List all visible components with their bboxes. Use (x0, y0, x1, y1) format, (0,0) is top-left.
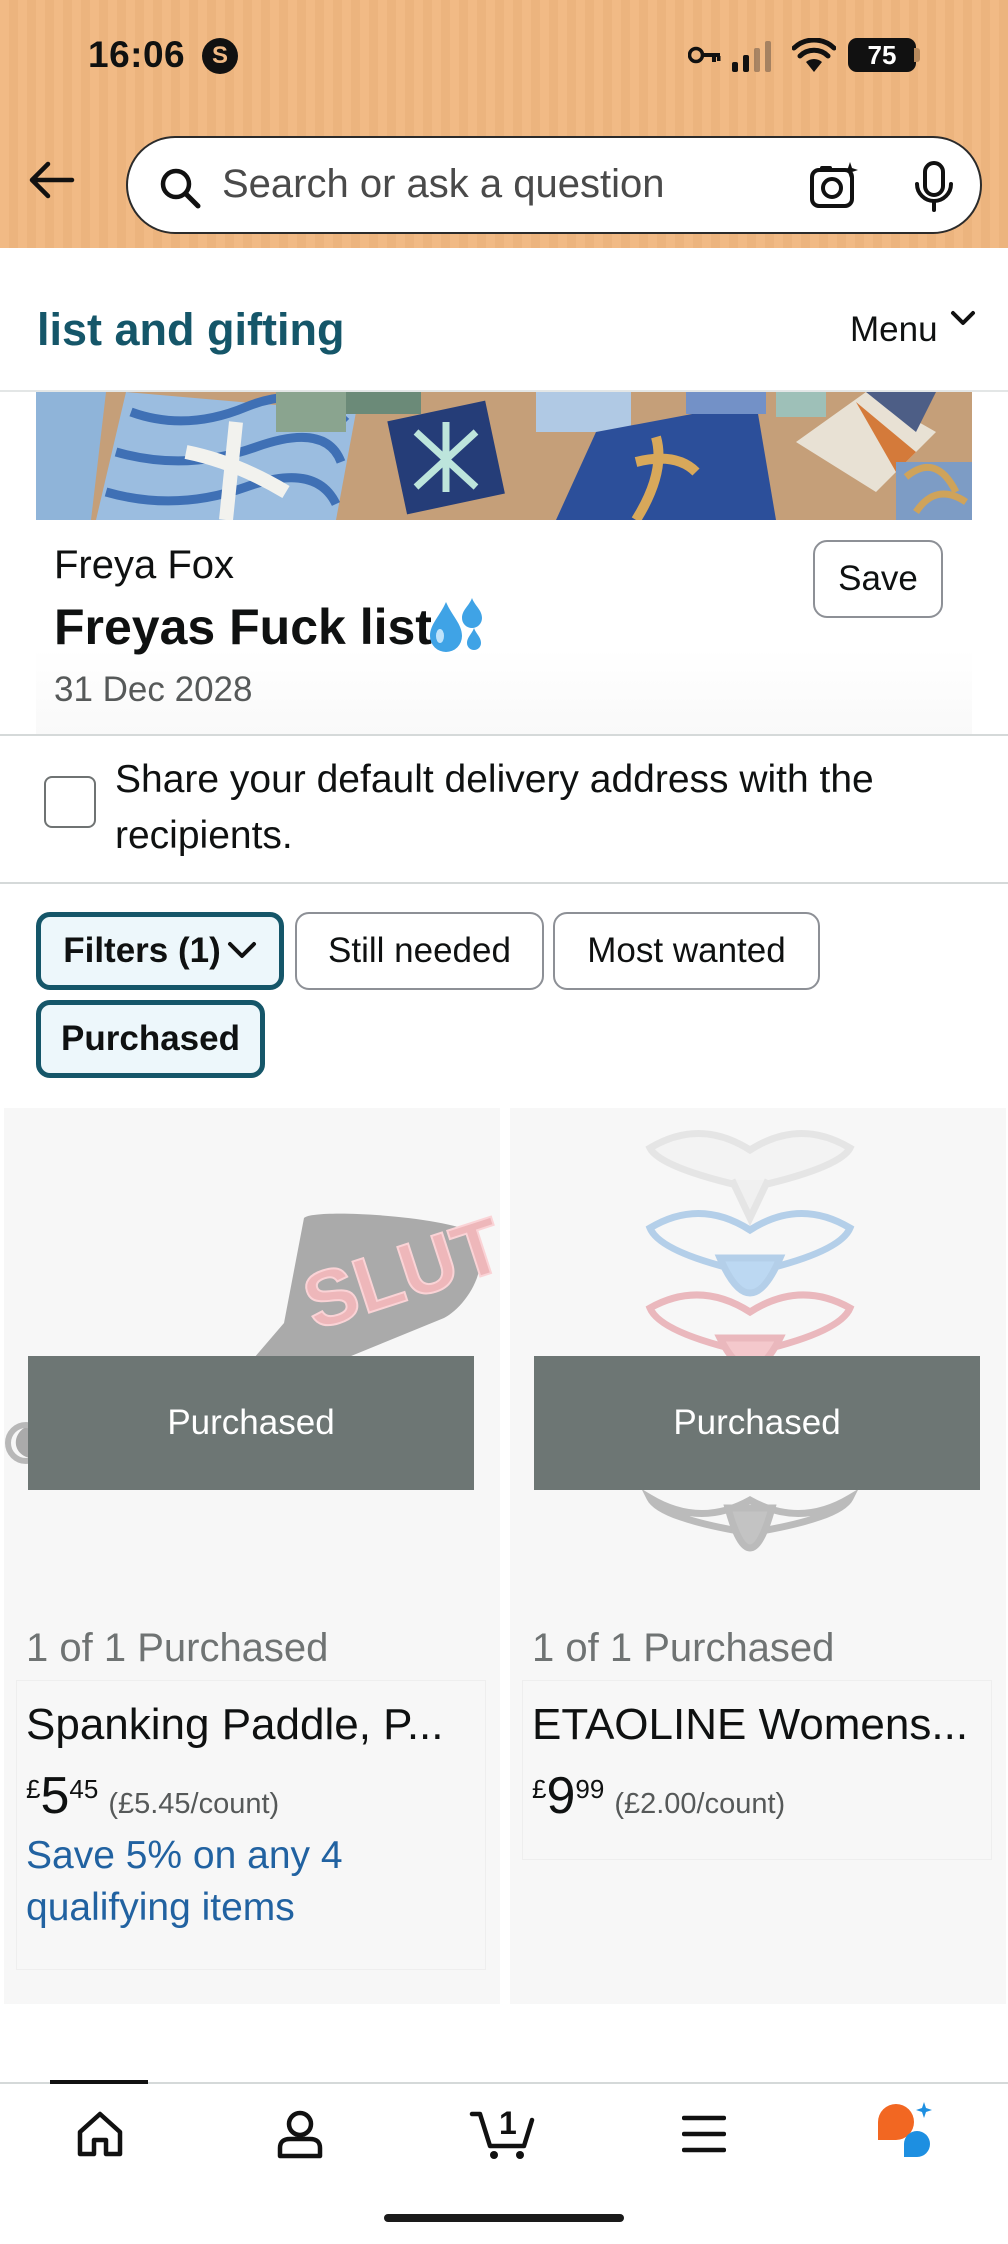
list-name: Freyas Fuck list (54, 599, 432, 655)
purchased-overlay: Purchased (534, 1356, 980, 1490)
price-whole: 5 (40, 1767, 70, 1825)
still-needed-chip-label: Still needed (328, 931, 511, 970)
list-subnav: list and gifting Menu (0, 248, 1008, 392)
unit-price: (£5.45/count) (108, 1788, 280, 1820)
back-arrow-icon[interactable] (26, 160, 76, 200)
product-price: £999 (£2.00/count) (532, 1766, 785, 1826)
section-title[interactable]: list and gifting (37, 304, 344, 356)
product-tile[interactable]: Purchased 1 of 1 Purchased ETAOLINE Wome… (510, 1108, 1006, 2004)
most-wanted-chip[interactable]: Most wanted (553, 912, 820, 990)
list-date: 31 Dec 2028 (54, 670, 253, 709)
divider (0, 882, 1008, 884)
microphone-icon[interactable] (912, 160, 956, 214)
most-wanted-chip-label: Most wanted (587, 931, 786, 970)
product-title[interactable]: Spanking Paddle, P... (26, 1700, 486, 1750)
product-tile[interactable]: SLUT Purchased 1 of 1 Purchased Spanking… (4, 1108, 500, 2004)
battery-icon: 75 (848, 38, 916, 72)
search-placeholder[interactable]: Search or ask a question (222, 162, 664, 207)
cart-icon[interactable]: 1 (468, 2098, 536, 2160)
wifi-icon (792, 38, 836, 72)
purchased-chip-label: Purchased (61, 1019, 240, 1058)
home-gesture-bar[interactable] (384, 2214, 624, 2222)
promo-link[interactable]: Save 5% on any 4 qualifying items (26, 1830, 426, 1934)
menu-button[interactable]: Menu (850, 310, 938, 350)
purchased-chip[interactable]: Purchased (36, 1000, 265, 1078)
cart-count: 1 (499, 2105, 517, 2141)
list-banner-image (36, 392, 972, 520)
home-icon[interactable] (74, 2108, 126, 2160)
filters-chip-label: Filters (1) (63, 931, 221, 970)
chevron-down-icon (227, 941, 256, 958)
divider (0, 734, 1008, 736)
chevron-down-icon[interactable] (950, 310, 976, 328)
vpn-key-icon (688, 46, 721, 64)
battery-cap (914, 48, 920, 62)
price-currency: £ (532, 1774, 547, 1804)
still-needed-chip[interactable]: Still needed (295, 912, 544, 990)
cellular-signal-icon (732, 41, 771, 72)
clock: 16:06 (88, 34, 186, 75)
price-whole: 9 (546, 1767, 576, 1825)
save-button[interactable]: Save (813, 540, 943, 618)
camera-lens-icon[interactable] (808, 160, 860, 212)
filters-chip[interactable]: Filters (1) (36, 912, 284, 990)
purchased-count: 1 of 1 Purchased (532, 1626, 835, 1670)
sweat-droplets-emoji (430, 598, 482, 652)
list-owner: Freya Fox (54, 543, 235, 587)
search-bar[interactable]: Search or ask a question (126, 136, 982, 234)
purchased-overlay: Purchased (28, 1356, 474, 1490)
purchased-count: 1 of 1 Purchased (26, 1626, 329, 1670)
search-icon (160, 168, 201, 209)
carrier-badge-icon: S (202, 38, 238, 74)
product-title[interactable]: ETAOLINE Womens... (532, 1700, 992, 1750)
account-icon[interactable] (274, 2108, 326, 2160)
unit-price: (£2.00/count) (614, 1788, 786, 1820)
rufus-assistant-icon[interactable] (874, 2100, 938, 2160)
share-address-checkbox[interactable] (44, 776, 96, 828)
share-address-label[interactable]: Share your default delivery address with… (115, 752, 975, 864)
product-price: £545 (£5.45/count) (26, 1766, 279, 1826)
price-fraction: 99 (575, 1774, 605, 1804)
price-fraction: 45 (69, 1774, 99, 1804)
price-currency: £ (26, 1774, 41, 1804)
status-bar: 16:06 S 75 (0, 0, 1008, 112)
menu-icon[interactable] (682, 2114, 726, 2154)
